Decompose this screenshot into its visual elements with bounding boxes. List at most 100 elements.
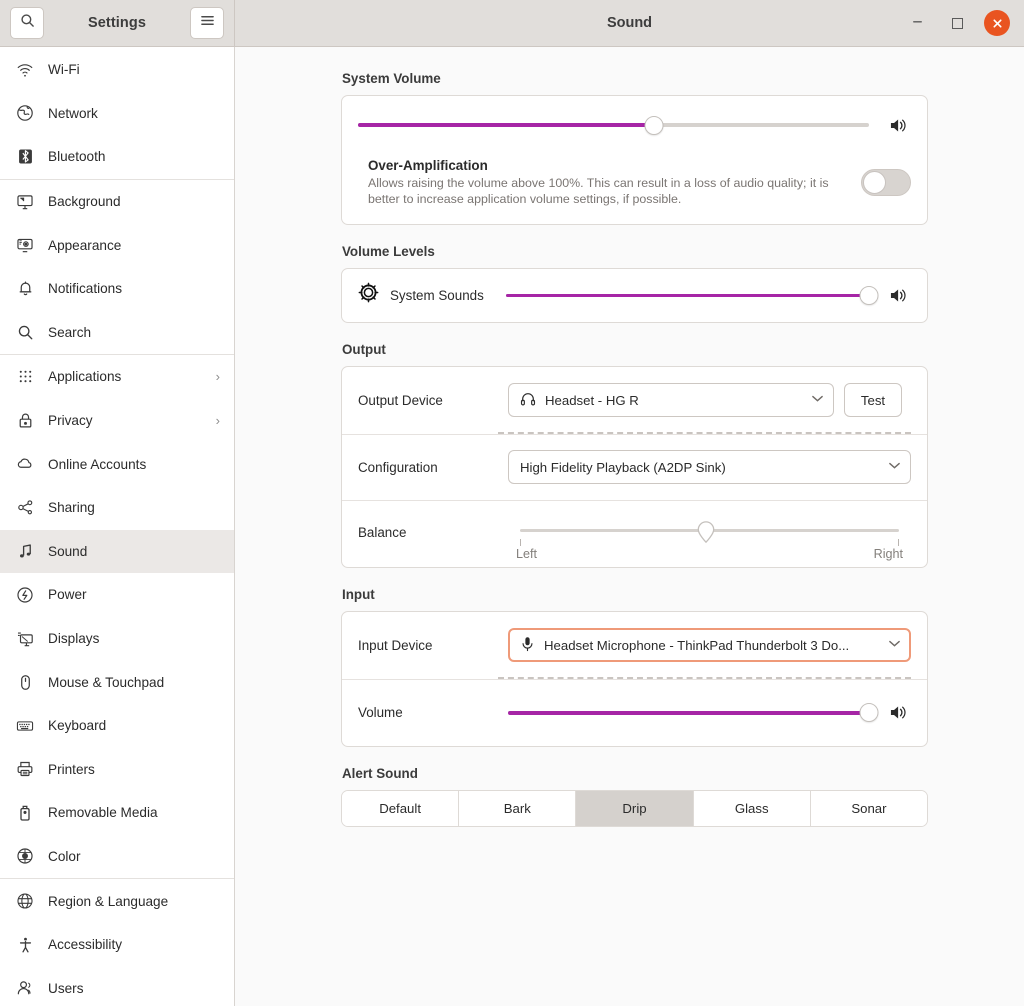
sidebar-item-power[interactable]: Power xyxy=(0,573,234,617)
speaker-volume-icon[interactable] xyxy=(885,704,911,721)
sidebar-item-privacy[interactable]: Privacy › xyxy=(0,399,234,443)
balance-left-tick xyxy=(520,538,522,546)
sidebar-item-label: Region & Language xyxy=(48,893,169,909)
balance-handle[interactable] xyxy=(696,521,715,543)
sidebar-item-region-language[interactable]: Region & Language xyxy=(0,879,234,923)
sidebar-item-mouse-touchpad[interactable]: Mouse & Touchpad xyxy=(0,660,234,704)
over-amplification-text: Over-Amplification Allows raising the vo… xyxy=(368,158,843,208)
system-volume-slider-row xyxy=(342,96,927,154)
mouse-icon xyxy=(16,673,34,691)
sidebar-item-displays[interactable]: Displays xyxy=(0,617,234,661)
balance-right-label: Right xyxy=(873,546,903,561)
slider-fill xyxy=(358,123,655,127)
test-button[interactable]: Test xyxy=(844,383,902,418)
system-volume-slider[interactable] xyxy=(358,114,869,136)
volume-levels-heading: Volume Levels xyxy=(342,243,435,259)
sidebar-item-printers[interactable]: Printers xyxy=(0,748,234,792)
printer-icon xyxy=(16,760,34,778)
sidebar-item-bluetooth[interactable]: Bluetooth xyxy=(0,135,234,179)
alert-sound-section: Alert Sound Default Bark Drip Glass Sonar xyxy=(341,766,928,827)
sidebar-item-label: Users xyxy=(48,980,84,996)
sidebar-item-appearance[interactable]: Appearance xyxy=(0,223,234,267)
search-button[interactable] xyxy=(10,7,44,39)
output-device-dropdown[interactable]: Headset - HG R xyxy=(508,383,834,418)
system-volume-section: System Volume Over-Amplification Allows … xyxy=(341,71,928,225)
search-icon xyxy=(16,323,34,341)
wifi-icon xyxy=(16,61,34,79)
chevron-right-icon: › xyxy=(215,369,220,385)
alert-sound-option-drip[interactable]: Drip xyxy=(576,790,694,826)
bluetooth-icon xyxy=(16,148,34,166)
slider-handle[interactable] xyxy=(644,115,664,135)
configuration-label: Configuration xyxy=(358,459,438,475)
sidebar-item-online-accounts[interactable]: Online Accounts xyxy=(0,442,234,486)
speaker-volume-icon[interactable] xyxy=(885,117,911,134)
sidebar-item-users[interactable]: Users xyxy=(0,966,234,1006)
slider-handle[interactable] xyxy=(859,703,879,723)
minimize-button[interactable] xyxy=(904,10,930,36)
headphones-icon xyxy=(520,391,536,410)
sidebar-item-label: Removable Media xyxy=(48,805,158,821)
sidebar-item-label: Privacy xyxy=(48,413,93,429)
balance-endpoint-labels: Left Right xyxy=(516,547,903,561)
over-amplification-toggle[interactable] xyxy=(861,169,911,197)
input-device-value: Headset Microphone - ThinkPad Thunderbol… xyxy=(544,637,850,653)
configuration-dropdown[interactable]: High Fidelity Playback (A2DP Sink) xyxy=(508,450,911,485)
input-volume-slider[interactable] xyxy=(508,702,879,724)
over-amplification-description: Allows raising the volume above 100%. Th… xyxy=(368,176,829,206)
chevron-down-icon xyxy=(888,639,901,651)
sidebar-item-accessibility[interactable]: Accessibility xyxy=(0,923,234,967)
sidebar-item-color[interactable]: Color xyxy=(0,835,234,879)
sidebar-item-sound[interactable]: Sound xyxy=(0,529,234,574)
balance-label: Balance xyxy=(358,524,407,540)
slider-handle[interactable] xyxy=(859,285,879,305)
settings-sidebar[interactable]: Wi-Fi Network Bluetooth Background Appearanc… xyxy=(0,47,235,1006)
app-name: System Sounds xyxy=(390,287,484,303)
search-icon xyxy=(20,13,35,33)
close-button[interactable] xyxy=(984,10,1010,36)
sidebar-item-search[interactable]: Search xyxy=(0,311,234,355)
maximize-icon xyxy=(951,17,963,29)
background-icon xyxy=(16,193,34,211)
speaker-volume-icon[interactable] xyxy=(885,287,911,304)
sidebar-item-removable-media[interactable]: Removable Media xyxy=(0,791,234,835)
sidebar-item-background[interactable]: Background xyxy=(0,180,234,224)
over-amplification-row: Over-Amplification Allows raising the vo… xyxy=(342,154,927,224)
alert-sound-option-bark[interactable]: Bark xyxy=(459,790,577,826)
sidebar-item-network[interactable]: Network xyxy=(0,92,234,136)
input-card: Input Device Headset Microphone - ThinkP… xyxy=(341,610,928,747)
sidebar-item-sharing[interactable]: Sharing xyxy=(0,486,234,530)
input-device-dropdown[interactable]: Headset Microphone - ThinkPad Thunderbol… xyxy=(508,628,911,663)
share-icon xyxy=(16,499,34,517)
network-globe-icon xyxy=(16,104,34,122)
music-note-icon xyxy=(16,542,34,560)
sidebar-item-wi-fi[interactable]: Wi-Fi xyxy=(0,48,234,92)
sidebar-item-label: Bluetooth xyxy=(48,149,106,165)
gear-icon xyxy=(358,282,379,308)
system-volume-card: Over-Amplification Allows raising the vo… xyxy=(341,95,928,225)
slider-fill xyxy=(508,711,869,715)
appearance-icon xyxy=(16,236,34,254)
sidebar-item-applications[interactable]: Applications › xyxy=(0,355,234,399)
system-sounds-volume-slider[interactable] xyxy=(506,284,879,306)
main-menu-button[interactable] xyxy=(190,7,224,39)
chevron-down-icon xyxy=(888,461,901,473)
sidebar-item-label: Search xyxy=(48,324,92,340)
sidebar-item-keyboard[interactable]: Keyboard xyxy=(0,704,234,748)
alert-sound-options[interactable]: Default Bark Drip Glass Sonar xyxy=(341,789,928,827)
sidebar-item-label: Sharing xyxy=(48,500,95,516)
sidebar-item-notifications[interactable]: Notifications xyxy=(0,267,234,311)
globe-icon xyxy=(16,892,34,910)
alert-sound-option-sonar[interactable]: Sonar xyxy=(810,790,927,826)
output-card: Output Device Headset - HG R Test Config… xyxy=(341,365,928,568)
volume-level-row: System Sounds xyxy=(342,269,927,322)
sidebar-item-label: Keyboard xyxy=(48,718,107,734)
alert-sound-option-glass[interactable]: Glass xyxy=(693,790,811,826)
maximize-button[interactable] xyxy=(944,10,970,36)
alert-sound-option-default[interactable]: Default xyxy=(342,790,460,826)
accessibility-icon xyxy=(16,936,34,954)
sound-settings-content: System Volume Over-Amplification Allows … xyxy=(235,47,1024,1006)
sidebar-item-label: Appearance xyxy=(48,237,122,253)
toggle-knob xyxy=(863,171,886,195)
sidebar-item-label: Sound xyxy=(48,543,88,559)
